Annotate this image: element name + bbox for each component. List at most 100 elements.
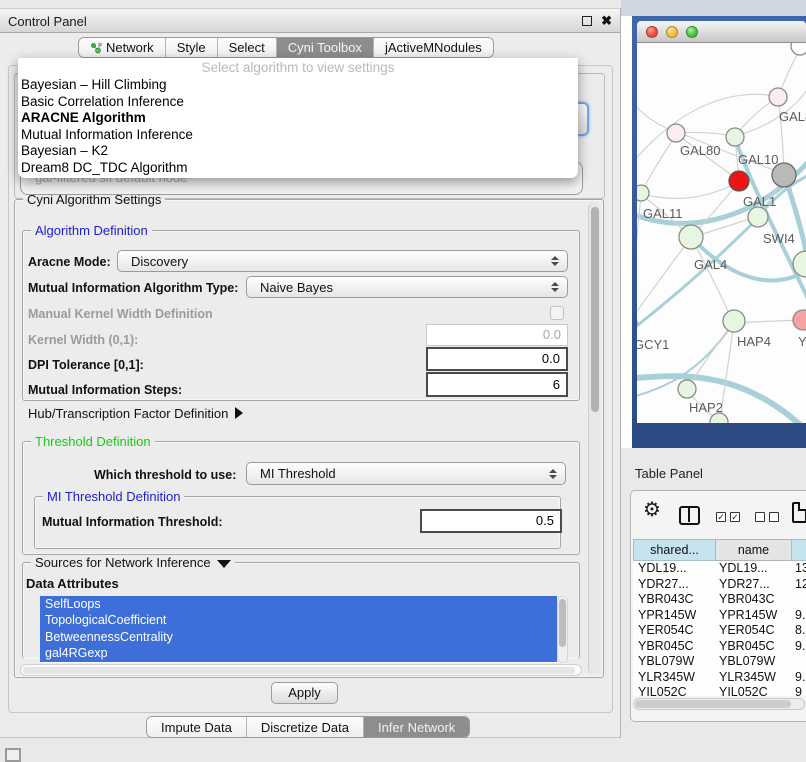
tab-discretize-data[interactable]: Discretize Data: [247, 717, 364, 737]
column-header-partial[interactable]: [791, 539, 806, 561]
algorithm-option[interactable]: ARACNE Algorithm: [18, 110, 578, 127]
deselect-all-checkboxes-icon[interactable]: [755, 512, 779, 522]
which-threshold-combo[interactable]: MI Threshold: [246, 462, 566, 485]
network-node[interactable]: [726, 128, 744, 146]
network-node-label: SWI4: [763, 231, 795, 246]
desktop-top-strip: [621, 0, 806, 16]
network-node-label: GAL11: [643, 206, 683, 221]
unchecked-box-icon: [755, 512, 765, 522]
scrollbar-thumb[interactable]: [635, 700, 791, 708]
network-node-label: GAL8: [779, 109, 806, 124]
float-panel-icon[interactable]: [582, 16, 592, 26]
algorithm-option[interactable]: Basic Correlation Inference: [18, 94, 578, 111]
control-panel-header: Control Panel ✖: [0, 9, 620, 33]
table-row[interactable]: YBR043CYBR043C: [633, 592, 806, 608]
table-cell: YIL052C: [633, 685, 715, 696]
table-row[interactable]: YBL079WYBL079W: [633, 654, 806, 670]
apply-button[interactable]: Apply: [271, 682, 338, 704]
gear-icon[interactable]: ⚙: [643, 500, 661, 520]
minimized-panel-icon[interactable]: [5, 748, 21, 762]
table-row[interactable]: YER054CYER054C8.: [633, 623, 806, 639]
mi-threshold-definition-title: MI Threshold Definition: [43, 489, 184, 504]
close-panel-icon[interactable]: ✖: [601, 13, 612, 29]
algorithm-option[interactable]: Dream8 DC_TDC Algorithm: [18, 160, 578, 177]
tab-infer-network[interactable]: Infer Network: [364, 717, 469, 737]
network-node[interactable]: [723, 310, 745, 332]
attribute-list-item[interactable]: SelfLoops: [40, 596, 557, 612]
table-row[interactable]: YLR345WYLR345W9.: [633, 670, 806, 686]
column-header-shared[interactable]: shared...: [633, 539, 715, 561]
network-node[interactable]: [667, 124, 685, 142]
attribute-list-item[interactable]: BetweennessCentrality: [40, 629, 557, 645]
network-node[interactable]: [793, 310, 806, 330]
network-view-window: GAL8GAL80GAL10GAL1GAL11SWI4GAL4HAP4YGCY1…: [632, 16, 806, 448]
data-attributes-list[interactable]: SelfLoopsTopologicalCoefficientBetweenne…: [40, 596, 557, 663]
network-node[interactable]: [729, 171, 749, 191]
kernel-width-field[interactable]: 0.0: [426, 324, 568, 346]
columns-icon[interactable]: [679, 506, 700, 525]
tab-select[interactable]: Select: [218, 38, 277, 57]
scrollbar-thumb[interactable]: [591, 207, 599, 412]
hub-definition-toggle[interactable]: Hub/Transcription Factor Definition: [28, 406, 243, 421]
algorithm-option[interactable]: Mutual Information Inference: [18, 127, 578, 144]
sources-group-title[interactable]: Sources for Network Inference: [31, 555, 235, 570]
manual-kernel-width-checkbox[interactable]: [550, 306, 564, 320]
attribute-list-item[interactable]: gal4RGexp: [40, 645, 557, 661]
network-node[interactable]: [769, 88, 787, 106]
algorithm-definition-title: Algorithm Definition: [31, 223, 152, 238]
mi-steps-field[interactable]: 6: [426, 372, 568, 397]
manual-kernel-width-label: Manual Kernel Width Definition: [28, 307, 213, 321]
tab-impute-data[interactable]: Impute Data: [147, 717, 247, 737]
network-canvas-wrap[interactable]: GAL8GAL80GAL10GAL1GAL11SWI4GAL4HAP4YGCY1…: [637, 43, 806, 423]
network-window-titlebar[interactable]: [637, 21, 806, 43]
mi-algorithm-type-combo[interactable]: Naive Bayes: [246, 276, 568, 298]
network-node[interactable]: [679, 225, 703, 249]
network-node[interactable]: [772, 163, 796, 187]
attribute-list-item[interactable]: TopologicalCoefficient: [40, 612, 557, 628]
algorithm-dropdown-popup: Select algorithm to view settings Bayesi…: [18, 58, 578, 178]
table-cell: YER054C: [633, 623, 715, 639]
network-node[interactable]: [791, 43, 806, 55]
network-node-label: GAL80: [680, 143, 720, 158]
kernel-width-label: Kernel Width (0,1):: [28, 333, 138, 347]
table-cell: 9.: [791, 608, 806, 624]
table-horizontal-scrollbar[interactable]: [633, 698, 805, 710]
network-node[interactable]: [748, 207, 768, 227]
table-row[interactable]: YDL19...YDL19...13: [633, 561, 806, 577]
new-table-icon[interactable]: [792, 502, 806, 523]
table-row[interactable]: YBR045CYBR045C9.: [633, 639, 806, 655]
tab-style[interactable]: Style: [166, 38, 218, 57]
table-cell: YBR043C: [633, 592, 715, 608]
node-table: shared... name YDL19...YDL19...13YDR27..…: [633, 539, 806, 696]
close-traffic-light[interactable]: [646, 26, 658, 38]
network-canvas[interactable]: GAL8GAL80GAL10GAL1GAL11SWI4GAL4HAP4YGCY1…: [637, 43, 806, 423]
select-all-checkboxes-icon[interactable]: ✓ ✓: [716, 512, 740, 522]
tab-cyni-toolbox[interactable]: Cyni Toolbox: [277, 38, 374, 57]
dpi-tolerance-field[interactable]: 0.0: [426, 347, 568, 371]
settings-horizontal-scrollbar[interactable]: [20, 664, 582, 676]
tab-network[interactable]: Network: [79, 38, 166, 57]
scrollbar-thumb[interactable]: [559, 599, 566, 647]
table-cell: YER054C: [715, 623, 791, 639]
mi-algorithm-type-label: Mutual Information Algorithm Type:: [28, 281, 238, 295]
attributes-list-scrollbar[interactable]: [557, 596, 568, 663]
table-row[interactable]: YDR27...YDR27...12: [633, 577, 806, 593]
tab-jactivemnodules[interactable]: jActiveMNodules: [374, 38, 493, 57]
mi-threshold-field[interactable]: 0.5: [420, 509, 562, 533]
scrollbar-thumb[interactable]: [23, 667, 575, 674]
table-row[interactable]: YPR145WYPR145W9.: [633, 608, 806, 624]
algorithm-option[interactable]: Bayesian – Hill Climbing: [18, 77, 578, 94]
screen: GAL8GAL80GAL10GAL1GAL11SWI4GAL4HAP4YGCY1…: [0, 0, 806, 762]
table-panel-body: ⚙ ✓ ✓ shared... name YDL19...YDL19...13Y…: [630, 490, 806, 722]
aracne-mode-combo[interactable]: Discovery: [117, 250, 568, 272]
network-node[interactable]: [637, 185, 649, 201]
network-node[interactable]: [678, 380, 696, 398]
zoom-traffic-light[interactable]: [686, 26, 698, 38]
algorithm-option[interactable]: Bayesian – K2: [18, 143, 578, 160]
table-row[interactable]: YIL052CYIL052C9: [633, 685, 806, 696]
table-cell: YBL079W: [715, 654, 791, 670]
column-header-name[interactable]: name: [715, 539, 791, 561]
table-rows[interactable]: YDL19...YDL19...13YDR27...YDR27...12YBR0…: [633, 561, 806, 696]
settings-vertical-scrollbar[interactable]: [588, 203, 600, 674]
minimize-traffic-light[interactable]: [666, 26, 678, 38]
